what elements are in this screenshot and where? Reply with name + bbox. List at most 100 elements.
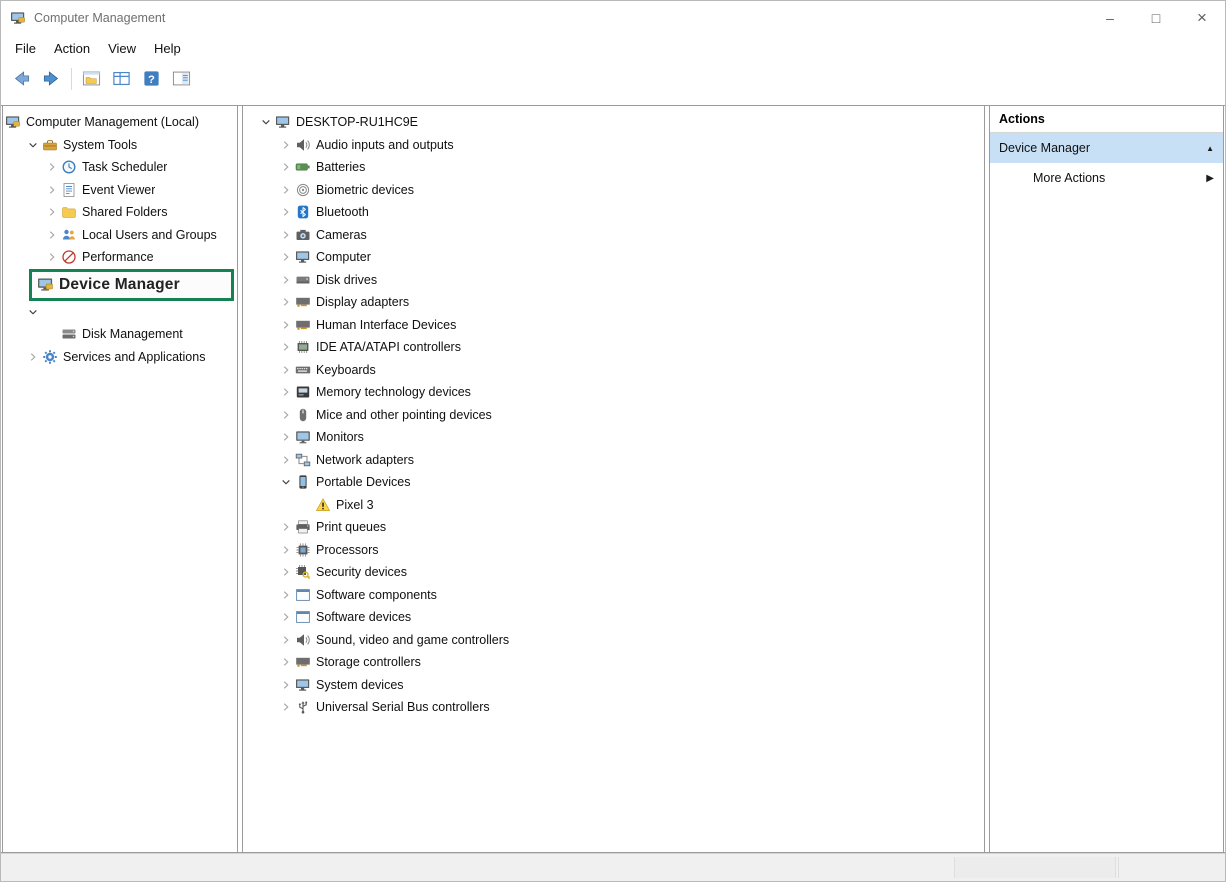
expander-collapsed-icon[interactable]	[277, 677, 295, 693]
expander-collapsed-icon[interactable]	[277, 272, 295, 288]
expander-collapsed-icon[interactable]	[277, 137, 295, 153]
expander-collapsed-icon[interactable]	[277, 654, 295, 670]
device-tree-item-software-components[interactable]: Software components	[243, 584, 984, 607]
expander-collapsed-icon[interactable]	[43, 182, 61, 198]
app-icon[interactable]	[10, 10, 26, 26]
tree-item-label: System Tools	[63, 138, 137, 152]
expander-collapsed-icon[interactable]	[277, 294, 295, 310]
expander-collapsed-icon[interactable]	[277, 317, 295, 333]
console-tree-item-performance[interactable]: Performance	[3, 246, 237, 269]
expander-collapsed-icon[interactable]	[277, 587, 295, 603]
device-tree-item-biometric-devices[interactable]: Biometric devices	[243, 179, 984, 202]
display-adapter-icon	[295, 294, 311, 310]
device-tree-item-audio-inputs-and-outputs[interactable]: Audio inputs and outputs	[243, 134, 984, 157]
device-tree-item-computer[interactable]: Computer	[243, 246, 984, 269]
show-action-pane-button[interactable]	[168, 66, 195, 92]
device-tree-item-ide-ata-atapi-controllers[interactable]: IDE ATA/ATAPI controllers	[243, 336, 984, 359]
device-tree-item-network-adapters[interactable]: Network adapters	[243, 449, 984, 472]
expander-collapsed-icon[interactable]	[43, 227, 61, 243]
action-more-actions[interactable]: More Actions▶	[990, 163, 1223, 193]
maximize-button[interactable]: □	[1133, 1, 1179, 34]
console-tree-item-computer-management-local[interactable]: Computer Management (Local)	[3, 111, 237, 134]
console-tree-item-row-8[interactable]	[3, 301, 237, 324]
help-button[interactable]	[138, 66, 165, 92]
device-tree-item-desktop-ru1hc9e[interactable]: DESKTOP-RU1HC9E	[243, 111, 984, 134]
expander-collapsed-icon[interactable]	[277, 204, 295, 220]
forward-button[interactable]	[38, 66, 65, 92]
expander-collapsed-icon[interactable]	[277, 542, 295, 558]
console-tree-item-local-users-and-groups[interactable]: Local Users and Groups	[3, 224, 237, 247]
expander-expanded-icon[interactable]	[24, 304, 42, 320]
device-tree-item-display-adapters[interactable]: Display adapters	[243, 291, 984, 314]
expander-collapsed-icon[interactable]	[277, 429, 295, 445]
device-tree-item-system-devices[interactable]: System devices	[243, 674, 984, 697]
workspace: Computer Management (Local) System Tools T…	[1, 105, 1225, 853]
device-tree-item-pixel-3[interactable]: Pixel 3	[243, 494, 984, 517]
device-tree-item-software-devices[interactable]: Software devices	[243, 606, 984, 629]
expander-expanded-icon[interactable]	[24, 137, 42, 153]
menu-item-action[interactable]: Action	[45, 37, 99, 60]
console-tree-item-services-and-applications[interactable]: Services and Applications	[3, 346, 237, 369]
device-tree-item-print-queues[interactable]: Print queues	[243, 516, 984, 539]
back-button[interactable]	[8, 66, 35, 92]
device-tree-item-monitors[interactable]: Monitors	[243, 426, 984, 449]
expander-collapsed-icon[interactable]	[24, 349, 42, 365]
device-tree-item-security-devices[interactable]: Security devices	[243, 561, 984, 584]
expander-collapsed-icon[interactable]	[43, 159, 61, 175]
device-tree-item-bluetooth[interactable]: Bluetooth	[243, 201, 984, 224]
expander-collapsed-icon[interactable]	[277, 384, 295, 400]
console-tree-item-device-manager[interactable]: Device Manager	[3, 269, 237, 301]
expander-collapsed-icon[interactable]	[277, 564, 295, 580]
close-button[interactable]: ×	[1179, 1, 1225, 34]
minimize-button[interactable]: –	[1087, 1, 1133, 34]
expander-collapsed-icon[interactable]	[277, 182, 295, 198]
expander-collapsed-icon[interactable]	[277, 519, 295, 535]
expander-collapsed-icon[interactable]	[277, 632, 295, 648]
device-tree-item-keyboards[interactable]: Keyboards	[243, 359, 984, 382]
expander-collapsed-icon[interactable]	[277, 609, 295, 625]
action-device-manager[interactable]: Device Manager▲	[990, 133, 1223, 163]
tree-item-label: Performance	[82, 250, 154, 264]
console-tree-item-task-scheduler[interactable]: Task Scheduler	[3, 156, 237, 179]
expander-collapsed-icon[interactable]	[277, 407, 295, 423]
warning-device-icon	[315, 497, 331, 513]
expander-collapsed-icon[interactable]	[277, 452, 295, 468]
expander-expanded-icon[interactable]	[277, 474, 295, 490]
tree-item-label: Shared Folders	[82, 205, 167, 219]
device-tree-item-storage-controllers[interactable]: Storage controllers	[243, 651, 984, 674]
device-tree-item-sound-video-and-game-controllers[interactable]: Sound, video and game controllers	[243, 629, 984, 652]
menu-item-help[interactable]: Help	[145, 37, 190, 60]
expander-collapsed-icon[interactable]	[277, 699, 295, 715]
expander-collapsed-icon[interactable]	[277, 362, 295, 378]
submenu-arrow-icon[interactable]: ▶	[1206, 173, 1214, 184]
menu-item-file[interactable]: File	[6, 37, 45, 60]
tree-item-label: Print queues	[316, 520, 386, 534]
expander-collapsed-icon[interactable]	[277, 159, 295, 175]
expander-collapsed-icon[interactable]	[277, 339, 295, 355]
device-tree-item-memory-technology-devices[interactable]: Memory technology devices	[243, 381, 984, 404]
device-tree-item-cameras[interactable]: Cameras	[243, 224, 984, 247]
console-tree-item-event-viewer[interactable]: Event Viewer	[3, 179, 237, 202]
device-tree-pane: DESKTOP-RU1HC9EAudio inputs and outputsB…	[242, 106, 985, 852]
expander-collapsed-icon[interactable]	[277, 249, 295, 265]
title-bar: Computer Management –□×	[1, 1, 1225, 34]
expander-collapsed-icon[interactable]	[277, 227, 295, 243]
menu-item-view[interactable]: View	[99, 37, 145, 60]
device-tree-item-universal-serial-bus-controllers[interactable]: Universal Serial Bus controllers	[243, 696, 984, 719]
show-console-tree-button[interactable]	[78, 66, 105, 92]
collapse-section-icon[interactable]: ▲	[1206, 144, 1214, 153]
device-tree-item-batteries[interactable]: Batteries	[243, 156, 984, 179]
device-tree-item-mice-and-other-pointing-devices[interactable]: Mice and other pointing devices	[243, 404, 984, 427]
expander-collapsed-icon[interactable]	[43, 204, 61, 220]
console-tree-item-shared-folders[interactable]: Shared Folders	[3, 201, 237, 224]
properties-button[interactable]	[108, 66, 135, 92]
device-tree-item-human-interface-devices[interactable]: Human Interface Devices	[243, 314, 984, 337]
expander-collapsed-icon[interactable]	[43, 249, 61, 265]
device-tree-item-processors[interactable]: Processors	[243, 539, 984, 562]
tree-item-label: Software devices	[316, 610, 411, 624]
console-tree-item-system-tools[interactable]: System Tools	[3, 134, 237, 157]
expander-expanded-icon[interactable]	[257, 114, 275, 130]
device-tree-item-disk-drives[interactable]: Disk drives	[243, 269, 984, 292]
console-tree-item-disk-management[interactable]: Disk Management	[3, 323, 237, 346]
device-tree-item-portable-devices[interactable]: Portable Devices	[243, 471, 984, 494]
